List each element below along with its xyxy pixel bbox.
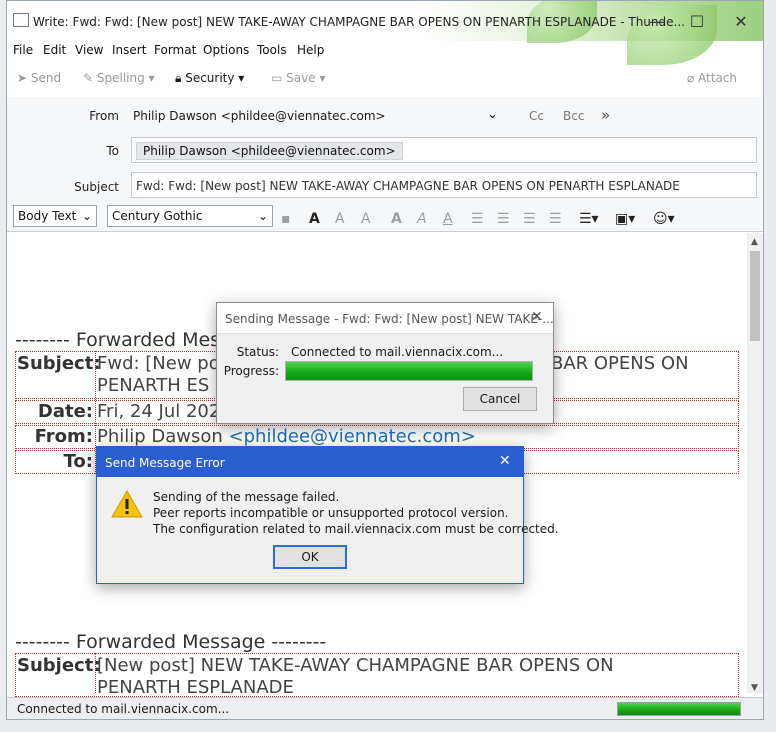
emoji-icon[interactable]: ☺▾ bbox=[653, 211, 675, 227]
subject-value-cont: BAR OPENS ON bbox=[551, 353, 689, 374]
error-dialog: Send Message Error ✕ Sending of the mess… bbox=[96, 446, 559, 584]
forwarded-header-2: -------- Forwarded Message -------- bbox=[15, 631, 327, 653]
subject-input[interactable]: Fwd: Fwd: [New post] NEW TAKE-AWAY CHAMP… bbox=[131, 172, 757, 198]
security-button[interactable]: 🔒︎ Security ▾ bbox=[175, 71, 244, 86]
menu-view[interactable]: View bbox=[75, 43, 103, 57]
error-line-1: Sending of the message failed. bbox=[153, 490, 340, 504]
send-button[interactable]: ➤ Send bbox=[17, 71, 61, 85]
font-size-icon[interactable]: A bbox=[309, 211, 320, 227]
date-value: Fri, 24 Jul 202 bbox=[97, 401, 221, 422]
error-dialog-title: Send Message Error bbox=[105, 456, 225, 470]
error-message: Sending of the message failed. Peer repo… bbox=[153, 489, 559, 537]
indent-icon[interactable]: ☰ bbox=[549, 211, 562, 227]
subject-value-line2: PENARTH ES bbox=[97, 375, 210, 396]
align-icon[interactable]: ☰▾ bbox=[579, 211, 599, 227]
outdent-icon[interactable]: ☰ bbox=[523, 211, 536, 227]
from-label: From bbox=[89, 109, 119, 123]
status-text: Connected to mail.viennacix.com... bbox=[17, 702, 230, 716]
save-icon: ▭ bbox=[271, 71, 287, 85]
italic-icon[interactable]: A bbox=[417, 211, 427, 227]
menu-help[interactable]: Help bbox=[297, 43, 324, 57]
sending-dialog: Sending Message - Fwd: Fwd: [New post] N… bbox=[216, 302, 554, 424]
subject-key-2: Subject: bbox=[17, 655, 101, 676]
status-progress-fill bbox=[618, 703, 740, 715]
paragraph-format-select[interactable]: Body Text ⌄ bbox=[13, 205, 97, 227]
window-title: Write: Fwd: Fwd: [New post] NEW TAKE-AWA… bbox=[33, 15, 685, 29]
scrollbar-thumb[interactable] bbox=[750, 251, 760, 341]
status-value: Connected to mail.viennacix.com... bbox=[291, 345, 504, 359]
minimize-button[interactable]: — bbox=[637, 9, 677, 35]
from-value: Philip Dawson <phildee@viennatec.com> bbox=[97, 426, 476, 447]
from-email-link[interactable]: <phildee@viennatec.com> bbox=[229, 426, 476, 447]
lock-icon: 🔒︎ bbox=[175, 71, 186, 85]
title-bar: Write: Fwd: Fwd: [New post] NEW TAKE-AWA… bbox=[7, 1, 763, 65]
scroll-up-icon[interactable]: ▲ bbox=[751, 237, 758, 247]
subject-label: Subject bbox=[74, 180, 119, 194]
forwarded-header: -------- Forwarded Mess bbox=[15, 329, 230, 351]
more-fields-icon[interactable]: » bbox=[601, 106, 610, 124]
sending-progress-bar bbox=[285, 361, 533, 381]
bcc-button[interactable]: Bcc bbox=[563, 109, 584, 123]
menu-tools[interactable]: Tools bbox=[257, 43, 287, 57]
scroll-down-icon[interactable]: ▼ bbox=[751, 683, 758, 693]
menu-options[interactable]: Options bbox=[203, 43, 249, 57]
cc-button[interactable]: Cc bbox=[529, 109, 544, 123]
error-line-3: The configuration related to mail.vienna… bbox=[153, 522, 559, 536]
to-field[interactable]: Philip Dawson <phildee@viennatec.com> bbox=[131, 137, 757, 163]
compose-toolbar: ➤ Send ✎ Spelling ▾ 🔒︎ Security ▾ ▭ Save… bbox=[7, 63, 763, 93]
insert-image-icon[interactable]: ▣▾ bbox=[615, 211, 635, 227]
spelling-button[interactable]: ✎ Spelling ▾ bbox=[83, 71, 155, 85]
ok-button[interactable]: OK bbox=[273, 545, 347, 569]
recipient-pill[interactable]: Philip Dawson <phildee@viennatec.com> bbox=[136, 142, 403, 160]
progress-label: Progress: bbox=[223, 364, 279, 378]
underline-icon[interactable]: A bbox=[443, 211, 453, 227]
to-label: To bbox=[106, 144, 119, 158]
subject-key: Subject: bbox=[17, 353, 101, 374]
attach-button[interactable]: ⌀ Attach bbox=[687, 71, 737, 85]
send-icon: ➤ bbox=[17, 71, 31, 85]
bold-icon[interactable]: A bbox=[391, 211, 402, 227]
subject-value: Fwd: [New pos bbox=[97, 353, 230, 374]
text-color-icon[interactable]: ▪ bbox=[281, 211, 291, 227]
spelling-icon: ✎ bbox=[83, 71, 97, 85]
status-label: Status: bbox=[236, 345, 279, 359]
menu-insert[interactable]: Insert bbox=[112, 43, 146, 57]
close-button[interactable]: ✕ bbox=[721, 9, 761, 35]
larger-text-icon[interactable]: A bbox=[361, 211, 371, 227]
subject-value-2-line2: PENARTH ESPLANADE bbox=[97, 677, 294, 698]
close-icon[interactable]: ✕ bbox=[531, 309, 543, 325]
numbered-list-icon[interactable]: ☰ bbox=[497, 211, 510, 227]
menu-file[interactable]: File bbox=[13, 43, 33, 57]
warning-icon bbox=[111, 489, 143, 519]
error-line-2: Peer reports incompatible or unsupported… bbox=[153, 506, 509, 520]
menu-edit[interactable]: Edit bbox=[43, 43, 66, 57]
menu-format[interactable]: Format bbox=[154, 43, 196, 57]
to-key: To: bbox=[63, 451, 93, 472]
bullet-list-icon[interactable]: ☰ bbox=[471, 211, 484, 227]
smaller-text-icon[interactable]: A bbox=[335, 211, 345, 227]
error-dialog-titlebar: Send Message Error ✕ bbox=[97, 447, 523, 477]
maximize-button[interactable]: ☐ bbox=[677, 9, 717, 35]
sending-dialog-title: Sending Message - Fwd: Fwd: [New post] N… bbox=[225, 312, 554, 326]
chevron-down-icon[interactable]: ⌄ bbox=[487, 107, 498, 122]
date-key: Date: bbox=[37, 401, 93, 422]
chevron-down-icon: ⌄ bbox=[257, 209, 268, 223]
save-button[interactable]: ▭ Save ▾ bbox=[271, 71, 325, 85]
compose-app-icon bbox=[13, 13, 29, 27]
close-icon[interactable]: ✕ bbox=[499, 453, 511, 469]
from-select[interactable]: Philip Dawson <phildee@viennatec.com> bbox=[133, 109, 386, 123]
font-select[interactable]: Century Gothic ⌄ bbox=[107, 205, 273, 227]
paperclip-icon: ⌀ bbox=[687, 71, 699, 85]
chevron-down-icon: ⌄ bbox=[81, 209, 92, 223]
status-bar: Connected to mail.viennacix.com... bbox=[7, 697, 763, 719]
from-key: From: bbox=[34, 426, 93, 447]
cancel-button[interactable]: Cancel bbox=[463, 387, 537, 411]
sending-progress-fill bbox=[286, 362, 532, 380]
subject-value-2: [New post] NEW TAKE-AWAY CHAMPAGNE BAR O… bbox=[97, 655, 614, 676]
sending-dialog-titlebar: Sending Message - Fwd: Fwd: [New post] N… bbox=[217, 303, 554, 334]
status-progress bbox=[617, 702, 741, 716]
menu-bar: File Edit View Insert Format Options Too… bbox=[7, 41, 763, 61]
